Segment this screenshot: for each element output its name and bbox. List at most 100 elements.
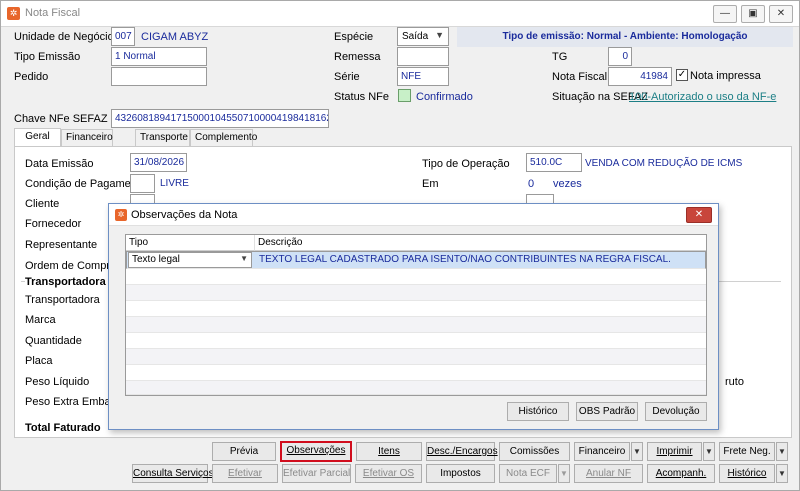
dialog-app-icon: ✲ (115, 209, 127, 221)
app-logo-icon: ✲ (7, 7, 20, 20)
table-row[interactable] (126, 333, 706, 349)
representante-label: Representante (25, 239, 98, 251)
unidade-label: Unidade de Negócio (14, 31, 114, 43)
especie-select[interactable]: Saída ▼ (397, 27, 449, 46)
itens-button[interactable]: Itens (356, 442, 422, 461)
table-row[interactable] (126, 317, 706, 333)
efetivar-os-button[interactable]: Efetivar OS (355, 464, 422, 483)
efetivar-button-label: Efetivar (228, 468, 262, 479)
nota-ecf-dropdown-icon[interactable]: ▼ (558, 464, 570, 483)
table-row[interactable] (126, 285, 706, 301)
transportadora-group-title: Transportadora (25, 276, 109, 288)
tab-geral[interactable]: Geral (14, 128, 61, 147)
observacoes-button[interactable]: Observações (280, 441, 352, 462)
unidade-code-field[interactable]: 007 (111, 27, 135, 46)
tg-field[interactable]: 0 (608, 47, 632, 66)
imprimir-dropdown-icon[interactable]: ▼ (703, 442, 715, 461)
status-nfe-value: Confirmado (416, 91, 473, 103)
observacoes-grid: Tipo Descrição Texto legal ▼ TEXTO LEGAL… (125, 234, 707, 396)
itens-button-label: Itens (378, 446, 400, 457)
impostos-button[interactable]: Impostos (426, 464, 495, 483)
nota-ecf-button[interactable]: Nota ECF (499, 464, 557, 483)
nota-fiscal-field[interactable]: 41984 (608, 67, 672, 86)
table-row[interactable] (126, 349, 706, 365)
table-row[interactable]: Texto legal ▼ TEXTO LEGAL CADASTRADO PAR… (126, 251, 706, 269)
tab-transporte[interactable]: Transporte (135, 129, 190, 146)
table-row[interactable] (126, 269, 706, 285)
close-icon[interactable]: ✕ (769, 5, 793, 23)
chevron-down-icon: ▼ (435, 30, 444, 40)
situacao-link[interactable]: 100-Autorizado o uso da NF-e (629, 91, 776, 103)
consulta-servicos-button-label: Consulta Serviços (133, 468, 214, 479)
pedido-field[interactable] (111, 67, 207, 86)
nota-fiscal-label: Nota Fiscal (552, 71, 608, 83)
especie-value: Saída (402, 31, 429, 42)
previa-button[interactable]: Prévia (212, 442, 276, 461)
financeiro-dropdown-icon[interactable]: ▼ (631, 442, 643, 461)
acompanh-button[interactable]: Acompanh. (647, 464, 715, 483)
tipo-operacao-desc: VENDA COM REDUÇÃO DE ICMS (585, 158, 743, 169)
tipo-emissao-field[interactable]: 1 Normal (111, 47, 207, 66)
maximize-icon[interactable]: ▣ (741, 5, 765, 23)
efetivar-parcial-button[interactable]: Efetivar Parcial (282, 464, 351, 483)
tipo-combo-value: Texto legal (132, 254, 180, 265)
peso-liquido-label: Peso Líquido (25, 376, 90, 388)
tab-financeiro[interactable]: Financeiro (61, 129, 113, 146)
historico-dropdown-icon[interactable]: ▼ (776, 464, 788, 483)
table-row[interactable] (126, 381, 706, 395)
tipo-combo[interactable]: Texto legal ▼ (128, 252, 252, 268)
historico-button[interactable]: Histórico (719, 464, 775, 483)
nota-impressa-checkbox[interactable]: ✓ (676, 69, 688, 81)
title-bar: ✲ Nota Fiscal — ▣ ✕ (1, 1, 799, 27)
financeiro-button[interactable]: Financeiro (574, 442, 630, 461)
condicao-field[interactable] (130, 174, 155, 193)
total-faturado-label: Total Faturado (25, 422, 101, 434)
anular-nf-button-label: Anular NF (585, 468, 631, 479)
pedido-label: Pedido (14, 71, 49, 83)
nota-fiscal-window: ✲ Nota Fiscal — ▣ ✕ Unidade de Negócio 0… (0, 0, 800, 491)
comissoes-button[interactable]: Comissões (499, 442, 570, 461)
remessa-field[interactable] (397, 47, 449, 66)
consulta-servicos-button[interactable]: Consulta Serviços (132, 464, 214, 483)
descricao-cell[interactable]: TEXTO LEGAL CADASTRADO PARA ISENTO/NAO C… (256, 252, 706, 268)
devolucao-button[interactable]: Devolução (645, 402, 707, 421)
table-row[interactable] (126, 301, 706, 317)
tipo-emissao-label: Tipo Emissão (14, 51, 81, 63)
status-nfe-label: Status NFe (334, 91, 390, 103)
anular-nf-button[interactable]: Anular NF (574, 464, 643, 483)
observacoes-dialog: ✲ Observações da Nota ✕ Tipo Descrição T… (108, 203, 719, 430)
chevron-down-icon: ▼ (240, 254, 248, 263)
dialog-historico-button[interactable]: Histórico (507, 402, 569, 421)
imprimir-button[interactable]: Imprimir (647, 442, 702, 461)
tipo-operacao-field[interactable]: 510.0C (526, 153, 582, 172)
em-label: Em (422, 178, 439, 190)
efetivar-os-button-label: Efetivar OS (362, 468, 415, 479)
data-emissao-field[interactable]: 31/08/2026 (130, 153, 187, 172)
placa-label: Placa (25, 355, 53, 367)
especie-label: Espécie (334, 31, 374, 43)
peso-extra-label: Peso Extra Embalagem (25, 396, 109, 408)
tab-complemento[interactable]: Complemento (190, 129, 257, 146)
serie-label: Série (334, 71, 360, 83)
col-descricao-header[interactable]: Descrição (255, 235, 706, 251)
serie-field[interactable]: NFE (397, 67, 449, 86)
frete-neg-button[interactable]: Frete Neg. (719, 442, 775, 461)
desc-encargos-button[interactable]: Desc./Encargos (426, 442, 498, 461)
cliente-label: Cliente (25, 198, 60, 210)
observacoes-button-label: Observações (286, 445, 346, 456)
remessa-label: Remessa (334, 51, 381, 63)
unidade-name: CIGAM ABYZ (141, 31, 209, 43)
efetivar-button[interactable]: Efetivar (212, 464, 278, 483)
quantidade-label: Quantidade (25, 335, 82, 347)
obs-padrao-button[interactable]: OBS Padrão (576, 402, 638, 421)
minimize-icon[interactable]: — (713, 5, 737, 23)
chave-label: Chave NFe SEFAZ (14, 113, 108, 125)
condicao-label: Condição de Pagamento (25, 178, 147, 190)
dialog-close-icon[interactable]: ✕ (686, 207, 712, 223)
imprimir-button-label: Imprimir (656, 446, 693, 457)
table-row[interactable] (126, 365, 706, 381)
chave-field[interactable]: 4326081894171500010455071000041984181622… (111, 109, 329, 128)
col-tipo-header[interactable]: Tipo (126, 235, 255, 251)
vezes-label: vezes (553, 178, 582, 190)
frete-neg-dropdown-icon[interactable]: ▼ (776, 442, 788, 461)
